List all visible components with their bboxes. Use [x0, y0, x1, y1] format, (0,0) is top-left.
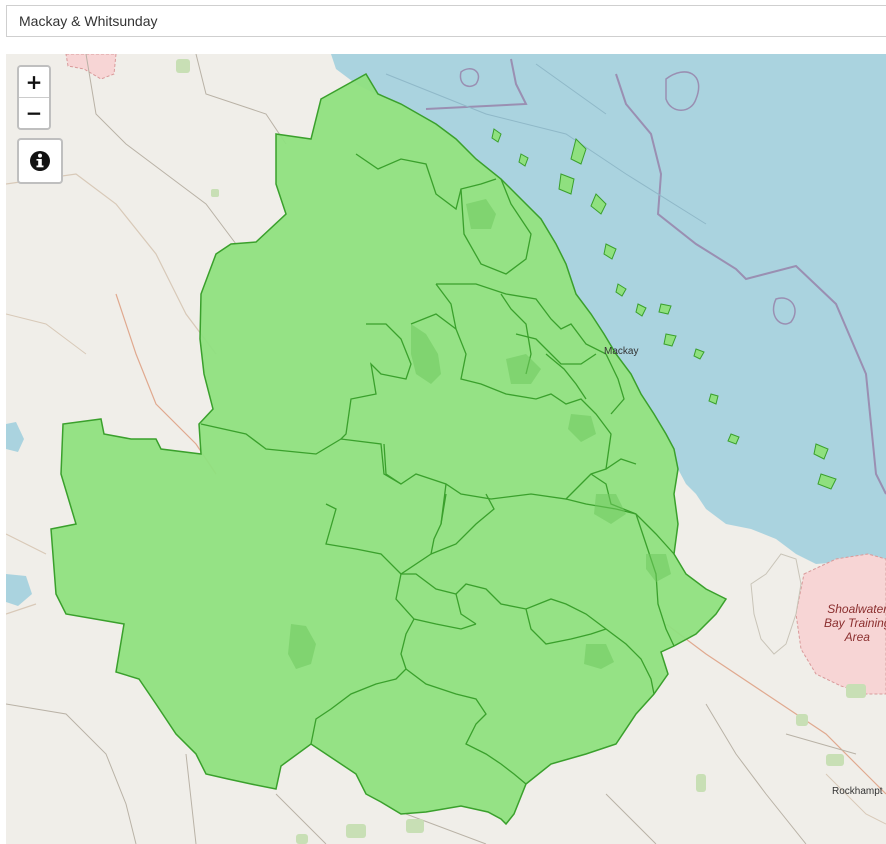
region-search-input[interactable] [6, 5, 886, 37]
info-circle-icon [30, 151, 50, 171]
info-button[interactable] [17, 138, 63, 184]
military-training-area-top [65, 54, 117, 80]
zoom-control: + − [17, 65, 51, 130]
town-label-mackay: Mackay [604, 346, 639, 357]
map-viewport[interactable]: + − Mackay Rockhampt Shoalwater Bay Trai… [6, 54, 886, 844]
military-area-label-line1: Shoalwater [827, 602, 886, 616]
military-area-label: Shoalwater Bay Training Area [824, 602, 886, 644]
map-canvas[interactable] [6, 54, 886, 844]
lake-2 [6, 574, 32, 606]
coast-peninsula [750, 553, 802, 655]
town-label-rockhampton: Rockhampt [832, 786, 883, 797]
military-area-label-line3: Area [844, 630, 870, 644]
military-area-label-line2: Bay Training [824, 616, 886, 630]
zoom-out-button[interactable]: − [19, 97, 49, 128]
lake [6, 422, 24, 452]
zoom-in-button[interactable]: + [19, 67, 49, 97]
